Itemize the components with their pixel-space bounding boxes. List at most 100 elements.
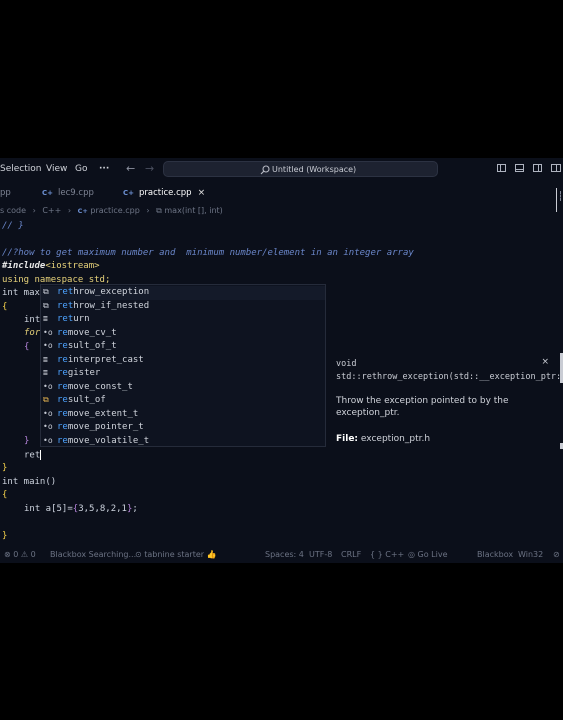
menu-go[interactable]: Go bbox=[75, 164, 87, 174]
function-icon: ⧉ bbox=[43, 287, 49, 296]
suggestion-label: move_volatile_t bbox=[67, 435, 150, 446]
close-icon[interactable]: × bbox=[541, 357, 549, 367]
suggestion-label: move_pointer_t bbox=[67, 422, 144, 432]
cpp-file-icon: C+ bbox=[77, 207, 88, 215]
problems-indicator[interactable]: ⊗ 0 ⚠ 0 bbox=[4, 550, 36, 559]
code-line: // } bbox=[2, 221, 24, 231]
scrollbar-indicator[interactable] bbox=[556, 188, 563, 212]
back-arrow-icon[interactable]: ← bbox=[126, 162, 135, 175]
platform-status[interactable]: Win32 bbox=[518, 550, 543, 559]
code-line-include: #include<iostream> bbox=[2, 261, 100, 274]
match-text: re bbox=[57, 395, 68, 405]
type-parameter-icon: •o bbox=[43, 327, 53, 337]
status-bar: ⊗ 0 ⚠ 0 Blackbox Searching... ⊙ tabnine … bbox=[0, 547, 563, 563]
search-icon bbox=[260, 165, 270, 175]
breadcrumb-symbol[interactable]: max(int [], int) bbox=[164, 206, 222, 215]
array-decl: int a[5]= bbox=[24, 504, 73, 514]
suggestion-label: move_cv_t bbox=[67, 327, 117, 338]
code-line-brace: { bbox=[2, 302, 8, 312]
signature-text: void std::rethrow_exception(std::__excep… bbox=[336, 359, 563, 382]
tab-practice[interactable]: C+ practice.cpp × bbox=[123, 188, 205, 198]
breadcrumb-folder[interactable]: s code bbox=[0, 206, 26, 215]
suggest-widget: ⧉ rethrow_exception ⧉ rethrow_if_nested ≣ r… bbox=[40, 284, 326, 447]
match-text: re bbox=[57, 381, 68, 392]
match-text: re bbox=[57, 435, 68, 446]
code-line-max: int max bbox=[2, 288, 40, 298]
suggestion-item[interactable]: ≣ reinterpret_cast bbox=[41, 354, 325, 368]
typed-text: ret bbox=[24, 450, 41, 461]
close-tab-icon[interactable]: × bbox=[198, 188, 206, 198]
documentation-text: Throw the exception pointed to by the ex… bbox=[336, 396, 509, 418]
keyword-using: using bbox=[2, 275, 30, 285]
eol-status[interactable]: CRLF bbox=[341, 550, 361, 559]
suggestion-item[interactable]: •o remove_volatile_t bbox=[41, 435, 325, 449]
source-file: File: exception_ptr.h bbox=[336, 434, 430, 444]
command-center-search[interactable]: Untitled (Workspace) bbox=[163, 161, 438, 177]
tab-label: practice.cpp bbox=[139, 188, 192, 198]
notifications-icon[interactable]: ⊘ bbox=[553, 550, 560, 559]
tab-label: lec9.cpp bbox=[58, 188, 94, 198]
code-line-brace: { bbox=[2, 490, 8, 500]
breadcrumb-file[interactable]: practice.cpp bbox=[90, 206, 139, 215]
language-mode[interactable]: { } C++ bbox=[370, 550, 404, 559]
include-directive: #include bbox=[2, 261, 46, 271]
match-text: re bbox=[57, 422, 68, 432]
blackbox-button[interactable]: Blackbox bbox=[477, 550, 513, 559]
suggestion-item[interactable]: •o remove_cv_t bbox=[41, 327, 325, 341]
code-line-brace: } bbox=[2, 463, 8, 473]
breadcrumb: s code › C++ › C+ practice.cpp › ⧉ max(i… bbox=[0, 206, 223, 218]
code-line-return: ret bbox=[24, 450, 42, 463]
encoding-status[interactable]: UTF-8 bbox=[309, 550, 332, 559]
title-bar: Selection View Go ··· ← → Untitled (Work… bbox=[0, 158, 563, 180]
tab-pp[interactable]: pp bbox=[0, 188, 11, 198]
file-label: File: bbox=[336, 434, 359, 444]
code-line-int: int bbox=[24, 315, 41, 325]
suggestion-item[interactable]: ⧉ rethrow_exception bbox=[41, 286, 325, 300]
customize-layout-icon[interactable] bbox=[551, 164, 561, 172]
match-text: re bbox=[57, 327, 68, 338]
menu-more-icon[interactable]: ··· bbox=[99, 164, 109, 174]
class-icon: ⧉ bbox=[43, 395, 49, 404]
semicolon: ; bbox=[132, 504, 138, 514]
tabnine-status[interactable]: ⊙ tabnine starter 👍 bbox=[135, 550, 217, 559]
keyword-icon: ≣ bbox=[43, 314, 48, 323]
suggestion-label: move_extent_t bbox=[67, 408, 139, 419]
menu-view[interactable]: View bbox=[46, 164, 67, 174]
suggestion-label: hrow_if_nested bbox=[73, 300, 150, 311]
suggestion-label: urn bbox=[73, 314, 90, 324]
suggestion-item[interactable]: ⧉ result_of bbox=[41, 394, 325, 408]
suggestion-label: move_const_t bbox=[67, 381, 133, 392]
type-parameter-icon: •o bbox=[43, 381, 53, 391]
include-header: <iostream> bbox=[45, 261, 100, 271]
match-text: re bbox=[57, 354, 68, 365]
indentation-status[interactable]: Spaces: 4 bbox=[265, 550, 304, 559]
suggestion-item[interactable]: ≣ register bbox=[41, 367, 325, 381]
match-text: re bbox=[57, 341, 68, 351]
suggestion-item[interactable]: •o remove_pointer_t bbox=[41, 421, 325, 435]
go-live-button[interactable]: ◎ Go Live bbox=[408, 550, 448, 559]
code-line-brace: } bbox=[2, 531, 8, 541]
breadcrumb-folder-cpp[interactable]: C++ bbox=[42, 206, 61, 215]
type-parameter-icon: •o bbox=[43, 422, 53, 431]
suggestion-item[interactable]: •o remove_extent_t bbox=[41, 408, 325, 422]
code-line-brace: { bbox=[24, 342, 30, 352]
code-line-brace: } bbox=[24, 436, 30, 446]
file-value: exception_ptr.h bbox=[360, 434, 431, 444]
suggestion-item[interactable]: •o result_of_t bbox=[41, 340, 325, 354]
type-parameter-icon: •o bbox=[43, 408, 53, 418]
tab-lec9[interactable]: C+ lec9.cpp bbox=[42, 188, 94, 198]
menu-selection[interactable]: Selection bbox=[0, 164, 41, 174]
suggestion-item[interactable]: •o remove_const_t bbox=[41, 381, 325, 395]
code-line-comment: //?how to get maximum number and minimum… bbox=[2, 248, 414, 258]
suggestion-item[interactable]: ≣ return bbox=[41, 313, 325, 327]
toggle-secondary-sidebar-icon[interactable] bbox=[533, 164, 542, 172]
suggestion-item[interactable]: ⧉ rethrow_if_nested bbox=[41, 300, 325, 314]
cpp-file-icon: C+ bbox=[42, 189, 54, 197]
toggle-panel-icon[interactable] bbox=[515, 164, 524, 172]
forward-arrow-icon[interactable]: → bbox=[145, 162, 154, 175]
type-parameter-icon: •o bbox=[43, 435, 53, 445]
blackbox-status[interactable]: Blackbox Searching... bbox=[50, 550, 136, 559]
toggle-sidebar-icon[interactable] bbox=[497, 164, 506, 172]
cpp-file-icon: C+ bbox=[123, 189, 135, 197]
keyword-icon: ≣ bbox=[43, 368, 48, 377]
